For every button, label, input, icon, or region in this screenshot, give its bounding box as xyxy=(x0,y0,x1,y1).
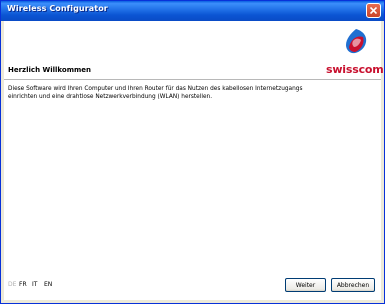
window-title: Wireless Configurator xyxy=(7,4,108,13)
client-area: Herzlich Willkommen swisscom Diese Softw… xyxy=(4,21,384,300)
language-en[interactable]: EN xyxy=(44,281,52,288)
next-button[interactable]: Weiter xyxy=(285,278,326,292)
language-it[interactable]: IT xyxy=(32,281,37,288)
welcome-message: Diese Software wird Ihren Computer und I… xyxy=(8,85,374,101)
swisscom-logo-icon xyxy=(346,29,367,54)
app-window: Wireless Configurator Herzlich Willkomme… xyxy=(0,0,385,304)
cancel-button[interactable]: Abbrechen xyxy=(331,278,375,292)
close-button[interactable] xyxy=(366,3,381,18)
header-panel: Herzlich Willkommen swisscom xyxy=(4,21,384,80)
brand-logo-text: swisscom xyxy=(326,63,384,76)
message-line: einrichten und eine drahtlose Netzwerkve… xyxy=(8,94,213,100)
title-bar[interactable]: Wireless Configurator xyxy=(1,1,384,21)
close-icon xyxy=(370,7,377,14)
language-de: DE xyxy=(8,281,17,288)
footer-bar: DE FR IT EN Weiter Abbrechen xyxy=(4,268,381,300)
next-button-label: Weiter xyxy=(295,281,316,289)
page-title: Herzlich Willkommen xyxy=(8,66,92,74)
message-line: Diese Software wird Ihren Computer und I… xyxy=(8,86,303,92)
language-fr[interactable]: FR xyxy=(19,281,27,288)
cancel-button-label: Abbrechen xyxy=(336,281,370,289)
